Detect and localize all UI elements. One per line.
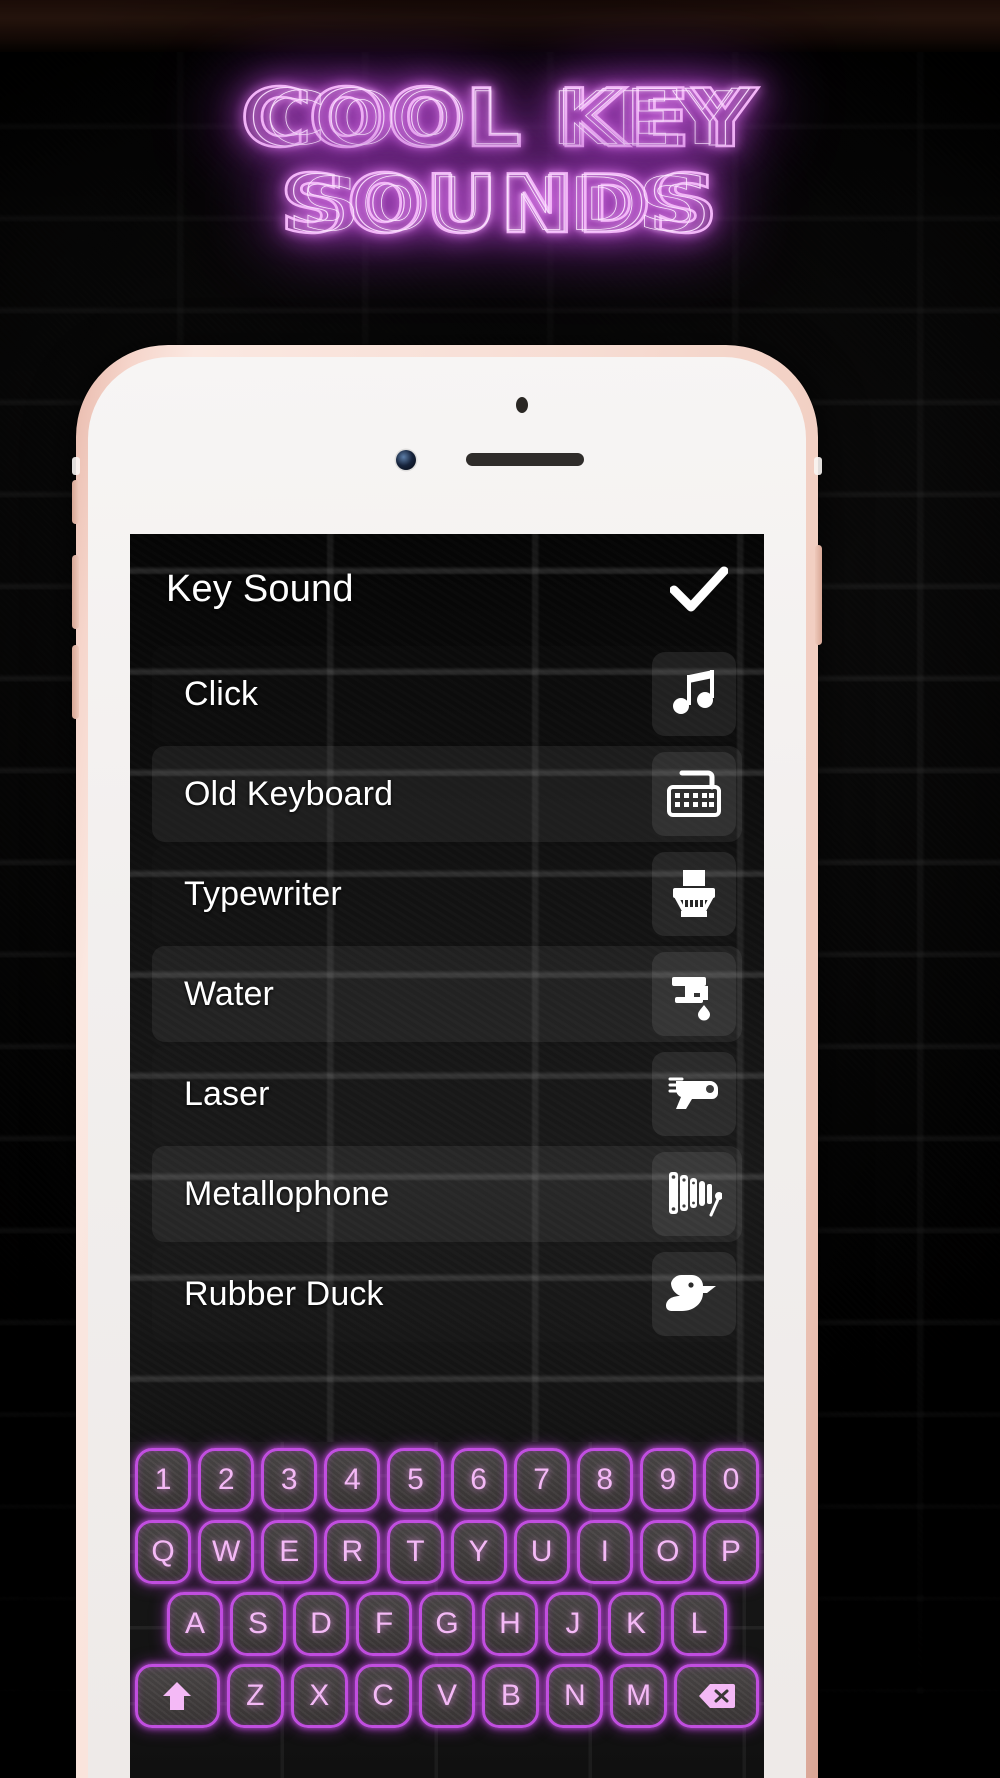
key-s[interactable]: S bbox=[230, 1592, 286, 1656]
power-button bbox=[815, 545, 822, 645]
keyboard-bottom-letter-row: Z X C V B N M bbox=[135, 1664, 759, 1728]
sound-name: Old Keyboard bbox=[184, 774, 394, 813]
front-camera-icon bbox=[396, 450, 416, 470]
shift-key[interactable] bbox=[135, 1664, 220, 1728]
keyboard-top-letter-row: Q W E R T Y U I O P bbox=[135, 1520, 759, 1584]
backspace-icon bbox=[698, 1684, 735, 1708]
key-b[interactable]: B bbox=[482, 1664, 540, 1728]
phone-screen: Key Sound Click Old Keyboard Typewriter … bbox=[130, 534, 764, 1778]
key-q[interactable]: Q bbox=[135, 1520, 192, 1584]
key-m[interactable]: M bbox=[610, 1664, 668, 1728]
volume-up-button bbox=[72, 555, 79, 629]
music-note-icon bbox=[652, 652, 736, 736]
key-y[interactable]: Y bbox=[450, 1520, 507, 1584]
key-r[interactable]: R bbox=[324, 1520, 381, 1584]
list-item[interactable]: Rubber Duck bbox=[152, 1246, 742, 1342]
key-d[interactable]: D bbox=[293, 1592, 349, 1656]
list-item[interactable]: Water bbox=[152, 946, 742, 1042]
key-t[interactable]: T bbox=[387, 1520, 444, 1584]
metallophone-icon bbox=[652, 1152, 736, 1236]
key-c[interactable]: C bbox=[354, 1664, 412, 1728]
key-u[interactable]: U bbox=[513, 1520, 570, 1584]
key-g[interactable]: G bbox=[419, 1592, 475, 1656]
app-header: Key Sound bbox=[130, 534, 764, 644]
key-n[interactable]: N bbox=[546, 1664, 604, 1728]
earpiece-speaker-icon bbox=[466, 453, 584, 466]
keyboard-number-row: 1 2 3 4 5 6 7 8 9 0 bbox=[135, 1448, 759, 1512]
key-z[interactable]: Z bbox=[226, 1664, 284, 1728]
list-item[interactable]: Typewriter bbox=[152, 846, 742, 942]
keyboard-icon bbox=[652, 752, 736, 836]
list-item[interactable]: Click bbox=[152, 646, 742, 742]
ray-gun-icon bbox=[652, 1052, 736, 1136]
faucet-icon bbox=[652, 952, 736, 1036]
antenna-band-left bbox=[72, 457, 80, 475]
phone-front-face: Key Sound Click Old Keyboard Typewriter … bbox=[88, 357, 806, 1778]
key-i[interactable]: I bbox=[576, 1520, 633, 1584]
sound-name: Water bbox=[184, 974, 274, 1013]
list-item[interactable]: Laser bbox=[152, 1046, 742, 1142]
key-k[interactable]: K bbox=[608, 1592, 664, 1656]
headline-line-2: SOUNDS bbox=[0, 163, 1000, 245]
key-1[interactable]: 1 bbox=[135, 1448, 192, 1512]
key-8[interactable]: 8 bbox=[576, 1448, 633, 1512]
key-h[interactable]: H bbox=[482, 1592, 538, 1656]
silent-switch bbox=[72, 480, 79, 524]
key-3[interactable]: 3 bbox=[261, 1448, 318, 1512]
proximity-sensor-icon bbox=[516, 397, 528, 413]
sound-name: Typewriter bbox=[184, 874, 342, 913]
page-title: Key Sound bbox=[166, 567, 354, 610]
key-v[interactable]: V bbox=[418, 1664, 476, 1728]
key-l[interactable]: L bbox=[671, 1592, 727, 1656]
shift-arrow-icon bbox=[163, 1682, 192, 1710]
key-0[interactable]: 0 bbox=[702, 1448, 759, 1512]
checkmark-icon[interactable] bbox=[668, 558, 730, 620]
key-f[interactable]: F bbox=[356, 1592, 412, 1656]
sound-name: Rubber Duck bbox=[184, 1274, 384, 1313]
key-e[interactable]: E bbox=[261, 1520, 318, 1584]
key-o[interactable]: O bbox=[639, 1520, 696, 1584]
typewriter-icon bbox=[652, 852, 736, 936]
key-2[interactable]: 2 bbox=[198, 1448, 255, 1512]
neon-keyboard[interactable]: 1 2 3 4 5 6 7 8 9 0 Q W E R T Y U I O P … bbox=[130, 1442, 764, 1778]
rubber-duck-icon bbox=[652, 1252, 736, 1336]
antenna-band-right bbox=[814, 457, 822, 475]
backspace-key[interactable] bbox=[674, 1664, 759, 1728]
key-j[interactable]: J bbox=[545, 1592, 601, 1656]
key-9[interactable]: 9 bbox=[639, 1448, 696, 1512]
key-7[interactable]: 7 bbox=[513, 1448, 570, 1512]
sound-name: Click bbox=[184, 674, 259, 713]
promo-headline: COOL KEY SOUNDS bbox=[0, 77, 1000, 245]
headline-line-1: COOL KEY bbox=[0, 77, 1000, 159]
sound-name: Metallophone bbox=[184, 1174, 390, 1213]
list-item[interactable]: Metallophone bbox=[152, 1146, 742, 1242]
key-a[interactable]: A bbox=[167, 1592, 223, 1656]
key-4[interactable]: 4 bbox=[324, 1448, 381, 1512]
volume-down-button bbox=[72, 645, 79, 719]
key-6[interactable]: 6 bbox=[450, 1448, 507, 1512]
key-p[interactable]: P bbox=[702, 1520, 759, 1584]
phone-mockup: Key Sound Click Old Keyboard Typewriter … bbox=[72, 345, 822, 1778]
list-item[interactable]: Old Keyboard bbox=[152, 746, 742, 842]
key-x[interactable]: X bbox=[290, 1664, 348, 1728]
sound-name: Laser bbox=[184, 1074, 270, 1113]
key-w[interactable]: W bbox=[198, 1520, 255, 1584]
keyboard-home-letter-row: A S D F G H J K L bbox=[135, 1592, 759, 1656]
key-5[interactable]: 5 bbox=[387, 1448, 444, 1512]
